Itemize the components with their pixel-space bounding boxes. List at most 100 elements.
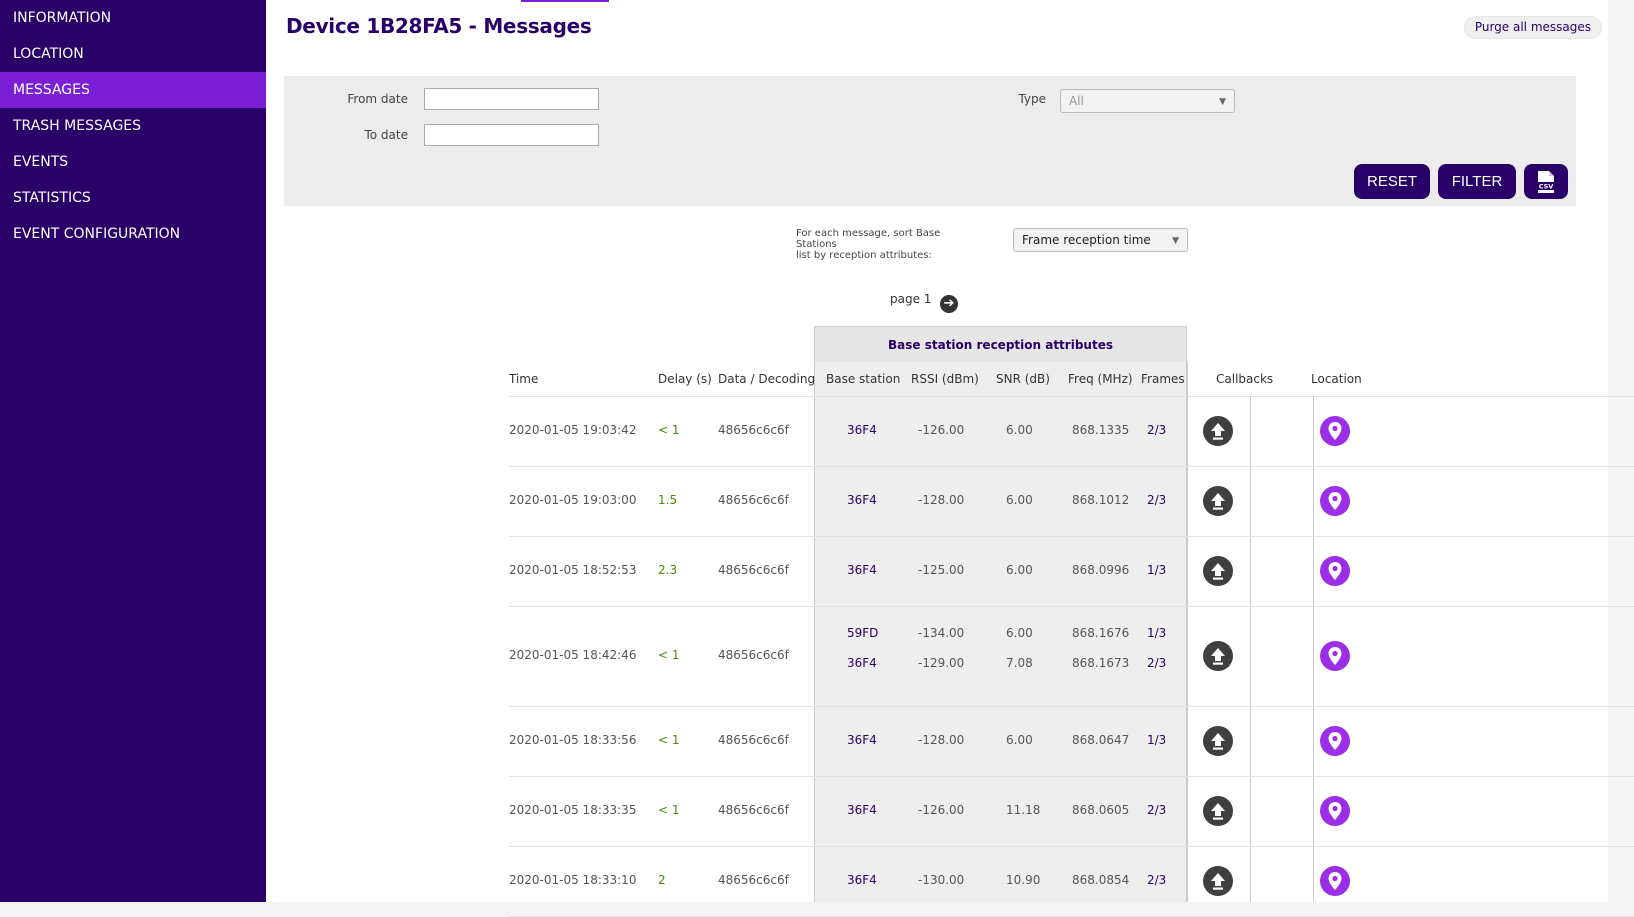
location-pin-icon[interactable] <box>1320 486 1350 516</box>
row-data: 48656c6c6f <box>718 423 789 437</box>
row-frames: 2/3 <box>1147 803 1167 817</box>
row-base-station: 59FD <box>847 626 879 640</box>
row-rssi: -128.00 <box>918 733 965 747</box>
upload-callback-icon[interactable] <box>1203 641 1233 671</box>
sidebar-item-trash-messages[interactable]: TRASH MESSAGES <box>0 108 266 144</box>
table-header-divider <box>509 396 1634 397</box>
row-delay: < 1 <box>658 648 680 662</box>
main-content: Device 1B28FA5 - Messages Purge all mess… <box>266 0 1634 917</box>
upload-callback-icon[interactable] <box>1203 866 1233 896</box>
row-frames: 1/3 <box>1147 626 1167 640</box>
row-freq: 868.1676 <box>1072 626 1130 640</box>
row-base-station: 36F4 <box>847 493 877 507</box>
row-base-station: 36F4 <box>847 873 877 887</box>
row-divider <box>509 706 1634 707</box>
col-header-time: Time <box>509 372 539 386</box>
col-header-frames: Frames <box>1141 372 1185 386</box>
row-rssi: -134.00 <box>918 626 965 640</box>
sort-label: For each message, sort Base Stations lis… <box>796 228 981 261</box>
col-header-base-station: Base station <box>826 372 901 386</box>
col-header-rssi: RSSI (dBm) <box>911 372 979 386</box>
row-data: 48656c6c6f <box>718 803 789 817</box>
sort-label-line1: For each message, sort Base Stations <box>796 228 941 250</box>
row-snr: 7.08 <box>1006 656 1033 670</box>
sort-select[interactable]: Frame reception time ▼ <box>1013 228 1188 252</box>
row-frames: 1/3 <box>1147 733 1167 747</box>
row-frames: 2/3 <box>1147 493 1167 507</box>
callbacks-col-separator-2 <box>1250 396 1251 902</box>
row-rssi: -125.00 <box>918 563 965 577</box>
from-date-input[interactable] <box>424 88 599 110</box>
row-freq: 868.1335 <box>1072 423 1130 437</box>
row-snr: 6.00 <box>1006 733 1033 747</box>
col-header-location: Location <box>1311 372 1362 386</box>
row-frames: 1/3 <box>1147 563 1167 577</box>
row-snr: 6.00 <box>1006 563 1033 577</box>
sidebar-item-event-configuration[interactable]: EVENT CONFIGURATION <box>0 216 266 252</box>
row-snr: 6.00 <box>1006 626 1033 640</box>
row-snr: 6.00 <box>1006 423 1033 437</box>
sidebar-item-location[interactable]: LOCATION <box>0 36 266 72</box>
row-time: 2020-01-05 18:33:56 <box>509 733 637 747</box>
row-snr: 10.90 <box>1006 873 1041 887</box>
row-rssi: -130.00 <box>918 873 965 887</box>
row-divider <box>509 776 1634 777</box>
row-rssi: -126.00 <box>918 803 965 817</box>
col-header-data: Data / Decoding <box>718 372 816 386</box>
location-pin-icon[interactable] <box>1320 726 1350 756</box>
row-freq: 868.0854 <box>1072 873 1130 887</box>
row-time: 2020-01-05 18:42:46 <box>509 648 637 662</box>
row-base-station: 36F4 <box>847 733 877 747</box>
row-rssi: -129.00 <box>918 656 965 670</box>
from-date-label: From date <box>347 92 408 106</box>
type-label: Type <box>1018 92 1046 106</box>
filter-button[interactable]: FILTER <box>1438 164 1516 199</box>
sidebar-item-statistics[interactable]: STATISTICS <box>0 180 266 216</box>
row-time: 2020-01-05 18:52:53 <box>509 563 637 577</box>
upload-callback-icon[interactable] <box>1203 486 1233 516</box>
row-frames: 2/3 <box>1147 423 1167 437</box>
upload-callback-icon[interactable] <box>1203 556 1233 586</box>
sidebar-item-events[interactable]: EVENTS <box>0 144 266 180</box>
col-header-snr: SNR (dB) <box>996 372 1050 386</box>
location-pin-icon[interactable] <box>1320 796 1350 826</box>
row-freq: 868.0605 <box>1072 803 1130 817</box>
row-delay: 2 <box>658 873 666 887</box>
row-freq: 868.1673 <box>1072 656 1130 670</box>
row-delay: 1.5 <box>658 493 678 507</box>
location-pin-icon[interactable] <box>1320 866 1350 896</box>
row-time: 2020-01-05 19:03:00 <box>509 493 637 507</box>
row-snr: 11.18 <box>1006 803 1041 817</box>
sidebar-item-messages[interactable]: MESSAGES <box>0 72 266 108</box>
upload-callback-icon[interactable] <box>1203 796 1233 826</box>
purge-all-messages-button[interactable]: Purge all messages <box>1463 16 1602 39</box>
chevron-down-icon: ▼ <box>1172 236 1179 246</box>
sidebar-item-information[interactable]: INFORMATION <box>0 0 266 36</box>
chevron-down-icon: ▼ <box>1219 97 1226 107</box>
row-rssi: -128.00 <box>918 493 965 507</box>
sidebar-nav: INFORMATION LOCATION MESSAGES TRASH MESS… <box>0 0 266 252</box>
next-page-icon[interactable]: ➔ <box>940 295 958 313</box>
reset-button[interactable]: RESET <box>1354 164 1430 199</box>
row-data: 48656c6c6f <box>718 873 789 887</box>
csv-export-button[interactable]: CSV <box>1524 164 1568 199</box>
sidebar: INFORMATION LOCATION MESSAGES TRASH MESS… <box>0 0 266 902</box>
upload-callback-icon[interactable] <box>1203 726 1233 756</box>
row-frames: 2/3 <box>1147 656 1167 670</box>
location-pin-icon[interactable] <box>1320 416 1350 446</box>
page-title: Device 1B28FA5 - Messages <box>286 14 592 38</box>
page-label: page 1 <box>890 292 932 306</box>
filter-panel: From date To date Type All ▼ RESET FILTE… <box>284 76 1576 206</box>
row-divider <box>509 466 1634 467</box>
row-delay: 2.3 <box>658 563 678 577</box>
row-snr: 6.00 <box>1006 493 1033 507</box>
csv-export-icon: CSV <box>1538 171 1554 193</box>
location-pin-icon[interactable] <box>1320 556 1350 586</box>
upload-callback-icon[interactable] <box>1203 416 1233 446</box>
row-divider <box>509 606 1634 607</box>
to-date-input[interactable] <box>424 124 599 146</box>
type-select[interactable]: All ▼ <box>1060 89 1235 113</box>
row-time: 2020-01-05 18:33:35 <box>509 803 637 817</box>
row-delay: < 1 <box>658 803 680 817</box>
location-pin-icon[interactable] <box>1320 641 1350 671</box>
